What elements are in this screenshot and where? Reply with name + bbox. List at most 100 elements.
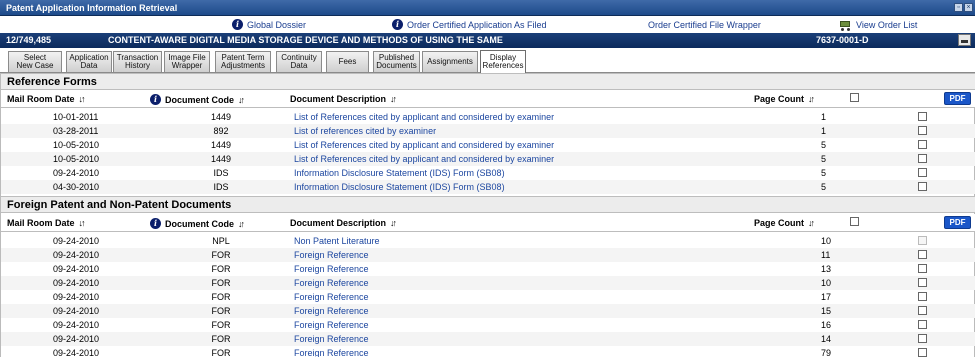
row-checkbox[interactable] bbox=[918, 154, 927, 163]
row-checkbox bbox=[918, 236, 927, 245]
sort-icon[interactable]: ↓↑ bbox=[808, 94, 815, 104]
restore-icon[interactable]: ▫ bbox=[954, 3, 963, 12]
mail-room-date-cell: 04-30-2010 bbox=[53, 182, 100, 192]
sort-icon[interactable]: ↓↑ bbox=[79, 218, 86, 228]
cart-icon bbox=[838, 19, 852, 31]
document-code-cell: FOR bbox=[211, 334, 231, 344]
document-description-link[interactable]: Foreign Reference bbox=[294, 306, 369, 316]
document-description-link[interactable]: List of References cited by applicant an… bbox=[294, 112, 554, 122]
document-code-header[interactable]: i Document Code ↓↑ bbox=[150, 94, 245, 105]
document-description-link[interactable]: Information Disclosure Statement (IDS) F… bbox=[294, 168, 505, 178]
document-description-link[interactable]: Foreign Reference bbox=[294, 348, 369, 357]
mail-room-date-cell: 09-24-2010 bbox=[53, 250, 100, 260]
order-certified-application-link[interactable]: i Order Certified Application As Filed bbox=[392, 18, 547, 31]
row-checkbox[interactable] bbox=[918, 334, 927, 343]
row-checkbox[interactable] bbox=[918, 348, 927, 357]
pdf-button[interactable]: PDF bbox=[944, 92, 971, 105]
row-checkbox[interactable] bbox=[918, 320, 927, 329]
document-description-link[interactable]: List of References cited by applicant an… bbox=[294, 140, 554, 150]
row-checkbox[interactable] bbox=[918, 292, 927, 301]
mail-room-date-cell: 03-28-2011 bbox=[53, 126, 99, 136]
row-checkbox[interactable] bbox=[918, 278, 927, 287]
document-code-cell: 1449 bbox=[210, 140, 232, 150]
tab-transaction-history[interactable]: Transaction History bbox=[113, 51, 162, 72]
table-row: 09-24-2010 FOR Foreign Reference 15 bbox=[1, 304, 975, 318]
print-icon[interactable] bbox=[958, 34, 971, 46]
tab-fees[interactable]: Fees bbox=[326, 51, 369, 72]
document-description-header[interactable]: Document Description ↓↑ bbox=[290, 94, 397, 104]
foreign-docs-table-header: Mail Room Date ↓↑ i Document Code ↓↑ Docume… bbox=[1, 214, 975, 232]
document-description-link[interactable]: Foreign Reference bbox=[294, 278, 369, 288]
tab-display-references[interactable]: Display References bbox=[480, 50, 526, 73]
row-checkbox[interactable] bbox=[918, 182, 927, 191]
page-count-cell: 5 bbox=[821, 168, 827, 178]
page-count-header[interactable]: Page Count ↓↑ bbox=[754, 218, 815, 228]
sort-icon[interactable]: ↓↑ bbox=[390, 218, 397, 228]
close-icon[interactable]: × bbox=[964, 3, 973, 12]
case-title: CONTENT-AWARE DIGITAL MEDIA STORAGE DEVI… bbox=[108, 35, 503, 45]
row-checkbox[interactable] bbox=[918, 264, 927, 273]
table-row: 09-24-2010 FOR Foreign Reference 10 bbox=[1, 276, 975, 290]
table-row: 09-24-2010 FOR Foreign Reference 14 bbox=[1, 332, 975, 346]
document-code-cell: IDS bbox=[213, 182, 229, 192]
global-dossier-link[interactable]: i Global Dossier bbox=[232, 18, 306, 31]
page-count-cell: 17 bbox=[821, 292, 832, 302]
page-count-cell: 13 bbox=[821, 264, 832, 274]
row-checkbox[interactable] bbox=[918, 168, 927, 177]
document-description-link[interactable]: List of references cited by examiner bbox=[294, 126, 436, 136]
docket-number: 7637-0001-D bbox=[816, 35, 869, 45]
pdf-button[interactable]: PDF bbox=[944, 216, 971, 229]
document-code-cell: NPL bbox=[212, 236, 230, 246]
page-count-cell: 5 bbox=[821, 140, 827, 150]
table-row: 09-24-2010 NPL Non Patent Literature 10 bbox=[1, 234, 975, 248]
info-icon[interactable]: i bbox=[150, 218, 161, 229]
tab-application-data[interactable]: Application Data bbox=[66, 51, 112, 72]
row-checkbox[interactable] bbox=[918, 112, 927, 121]
page-count-cell: 10 bbox=[821, 236, 832, 246]
document-description-link[interactable]: Foreign Reference bbox=[294, 334, 369, 344]
tab-published-documents[interactable]: Published Documents bbox=[373, 51, 420, 72]
sort-icon[interactable]: ↓↑ bbox=[390, 94, 397, 104]
document-description-header[interactable]: Document Description ↓↑ bbox=[290, 218, 397, 228]
select-all-checkbox[interactable] bbox=[850, 93, 859, 102]
tab-assignments[interactable]: Assignments bbox=[422, 51, 478, 72]
mail-room-date-cell: 09-24-2010 bbox=[53, 306, 100, 316]
row-checkbox[interactable] bbox=[918, 140, 927, 149]
document-description-link[interactable]: Foreign Reference bbox=[294, 264, 369, 274]
info-icon[interactable]: i bbox=[150, 94, 161, 105]
tab-select-new-case[interactable]: Select New Case bbox=[8, 51, 62, 72]
document-description-link[interactable]: Foreign Reference bbox=[294, 250, 369, 260]
order-certified-file-wrapper-link[interactable]: Order Certified File Wrapper bbox=[648, 18, 761, 31]
sort-icon[interactable]: ↓↑ bbox=[808, 218, 815, 228]
page-count-header[interactable]: Page Count ↓↑ bbox=[754, 94, 815, 104]
mail-room-date-cell: 09-24-2010 bbox=[53, 320, 100, 330]
info-icon: i bbox=[392, 19, 403, 30]
mail-room-date-header[interactable]: Mail Room Date ↓↑ bbox=[7, 94, 86, 104]
document-description-link[interactable]: Foreign Reference bbox=[294, 292, 369, 302]
mail-room-date-header[interactable]: Mail Room Date ↓↑ bbox=[7, 218, 86, 228]
document-code-cell: 1449 bbox=[210, 112, 232, 122]
table-row: 09-24-2010 FOR Foreign Reference 17 bbox=[1, 290, 975, 304]
view-order-list-label: View Order List bbox=[856, 19, 918, 30]
select-all-checkbox[interactable] bbox=[850, 217, 859, 226]
document-description-link[interactable]: Information Disclosure Statement (IDS) F… bbox=[294, 182, 505, 192]
row-checkbox[interactable] bbox=[918, 250, 927, 259]
view-order-list-link[interactable]: View Order List bbox=[838, 18, 917, 31]
order-certified-application-label: Order Certified Application As Filed bbox=[407, 19, 547, 30]
document-code-cell: FOR bbox=[211, 278, 231, 288]
sort-icon[interactable]: ↓↑ bbox=[238, 219, 245, 229]
sort-icon[interactable]: ↓↑ bbox=[238, 95, 245, 105]
document-description-link[interactable]: Foreign Reference bbox=[294, 320, 369, 330]
document-description-link[interactable]: List of References cited by applicant an… bbox=[294, 154, 554, 164]
row-checkbox[interactable] bbox=[918, 126, 927, 135]
table-row: 09-24-2010 FOR Foreign Reference 11 bbox=[1, 248, 975, 262]
table-row: 03-28-2011 892 List of references cited by… bbox=[1, 124, 975, 138]
tab-continuity-data[interactable]: Continuity Data bbox=[276, 51, 322, 72]
document-description-link[interactable]: Non Patent Literature bbox=[294, 236, 380, 246]
application-number: 12/749,485 bbox=[6, 35, 52, 45]
row-checkbox[interactable] bbox=[918, 306, 927, 315]
tab-image-file-wrapper[interactable]: Image File Wrapper bbox=[164, 51, 210, 72]
sort-icon[interactable]: ↓↑ bbox=[79, 94, 86, 104]
tab-patent-term-adjustments[interactable]: Patent Term Adjustments bbox=[215, 51, 271, 72]
document-code-header[interactable]: i Document Code ↓↑ bbox=[150, 218, 245, 229]
